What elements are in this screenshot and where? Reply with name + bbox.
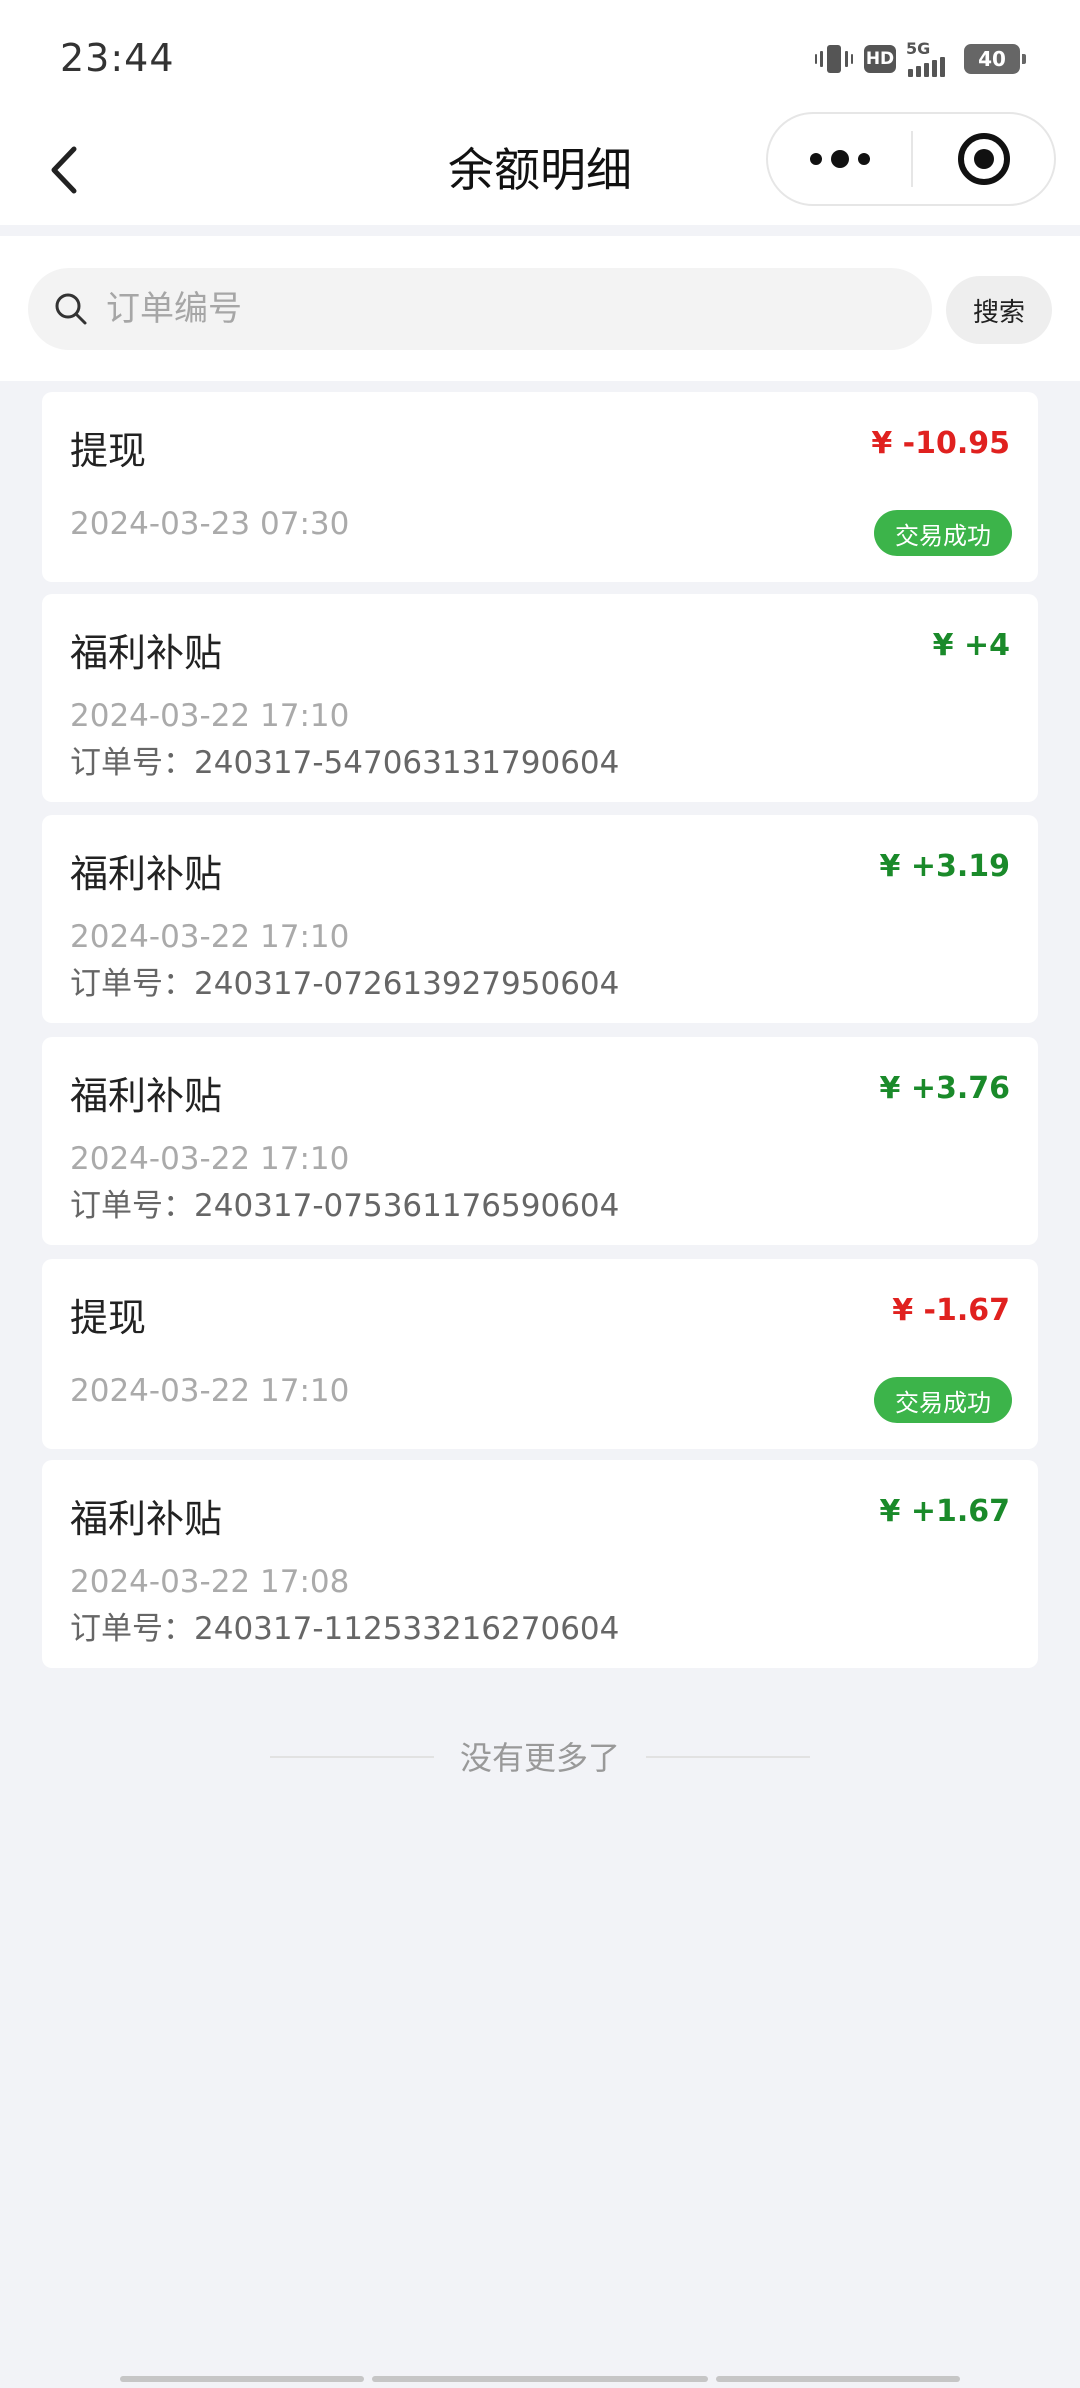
record-card[interactable]: 福利补贴 ¥ +3.76 2024-03-22 17:10 订单号：240317… — [42, 1037, 1038, 1245]
record-card[interactable]: 提现 ¥ -1.67 2024-03-22 17:10 交易成功 — [42, 1259, 1038, 1449]
hd-icon: HD — [864, 45, 896, 73]
record-order-number: 订单号：240317-112533216270604 — [70, 1611, 620, 1647]
record-order-number: 订单号：240317-075361176590604 — [70, 1188, 620, 1224]
search-area: 搜索 — [0, 236, 1080, 381]
record-title: 福利补贴 — [70, 631, 223, 675]
record-amount: ¥ +3.19 — [879, 849, 1010, 884]
mini-program-capsule — [766, 112, 1056, 206]
record-amount: ¥ +1.67 — [879, 1494, 1010, 1529]
record-amount: ¥ +4 — [932, 628, 1010, 663]
target-close-icon — [957, 133, 1010, 185]
status-icons: HD 5G 40 — [814, 39, 1026, 78]
search-box[interactable] — [28, 268, 932, 350]
nav-bar: 余额明细 — [0, 110, 1080, 225]
vibrate-icon — [814, 42, 854, 76]
record-time: 2024-03-22 17:10 — [70, 919, 350, 955]
record-order-number: 订单号：240317-072613927950604 — [70, 966, 620, 1002]
record-card[interactable]: 提现 ¥ -10.95 2024-03-23 07:30 交易成功 — [42, 392, 1038, 582]
network-type-label: 5G — [906, 39, 931, 58]
search-button[interactable]: 搜索 — [946, 276, 1052, 344]
status-time: 23:44 — [60, 36, 175, 80]
record-title: 福利补贴 — [70, 1074, 223, 1118]
battery-icon: 40 — [964, 44, 1026, 74]
gesture-indicator — [372, 2376, 708, 2382]
record-title: 福利补贴 — [70, 1497, 223, 1541]
signal-icon: 5G — [906, 39, 954, 77]
status-badge: 交易成功 — [874, 510, 1012, 556]
battery-level: 40 — [978, 47, 1006, 71]
record-card[interactable]: 福利补贴 ¥ +3.19 2024-03-22 17:10 订单号：240317… — [42, 815, 1038, 1023]
more-button[interactable] — [768, 114, 911, 204]
status-bar: 23:44 HD 5G 40 — [0, 0, 1080, 110]
record-card[interactable]: 福利补贴 ¥ +4 2024-03-22 17:10 订单号：240317-54… — [42, 594, 1038, 802]
status-badge: 交易成功 — [874, 1377, 1012, 1423]
record-amount: ¥ -1.67 — [892, 1293, 1010, 1328]
record-title: 福利补贴 — [70, 852, 223, 896]
gesture-indicator — [716, 2376, 960, 2382]
record-order-number: 订单号：240317-547063131790604 — [70, 745, 620, 781]
gesture-indicator — [120, 2376, 364, 2382]
record-time: 2024-03-22 17:10 — [70, 1373, 350, 1409]
record-title: 提现 — [70, 429, 147, 473]
end-of-list-text: 没有更多了 — [434, 1730, 646, 1782]
record-title: 提现 — [70, 1296, 147, 1340]
more-dots-icon — [809, 150, 870, 168]
signal-bars — [908, 57, 945, 77]
search-input[interactable] — [106, 289, 886, 329]
record-time: 2024-03-22 17:10 — [70, 698, 350, 734]
record-time: 2024-03-22 17:08 — [70, 1564, 350, 1600]
record-amount: ¥ +3.76 — [879, 1071, 1010, 1106]
record-card[interactable]: 福利补贴 ¥ +1.67 2024-03-22 17:08 订单号：240317… — [42, 1460, 1038, 1668]
close-mini-program-button[interactable] — [913, 114, 1054, 204]
record-time: 2024-03-23 07:30 — [70, 506, 350, 542]
record-time: 2024-03-22 17:10 — [70, 1141, 350, 1177]
record-amount: ¥ -10.95 — [871, 426, 1010, 461]
search-icon — [55, 293, 87, 325]
